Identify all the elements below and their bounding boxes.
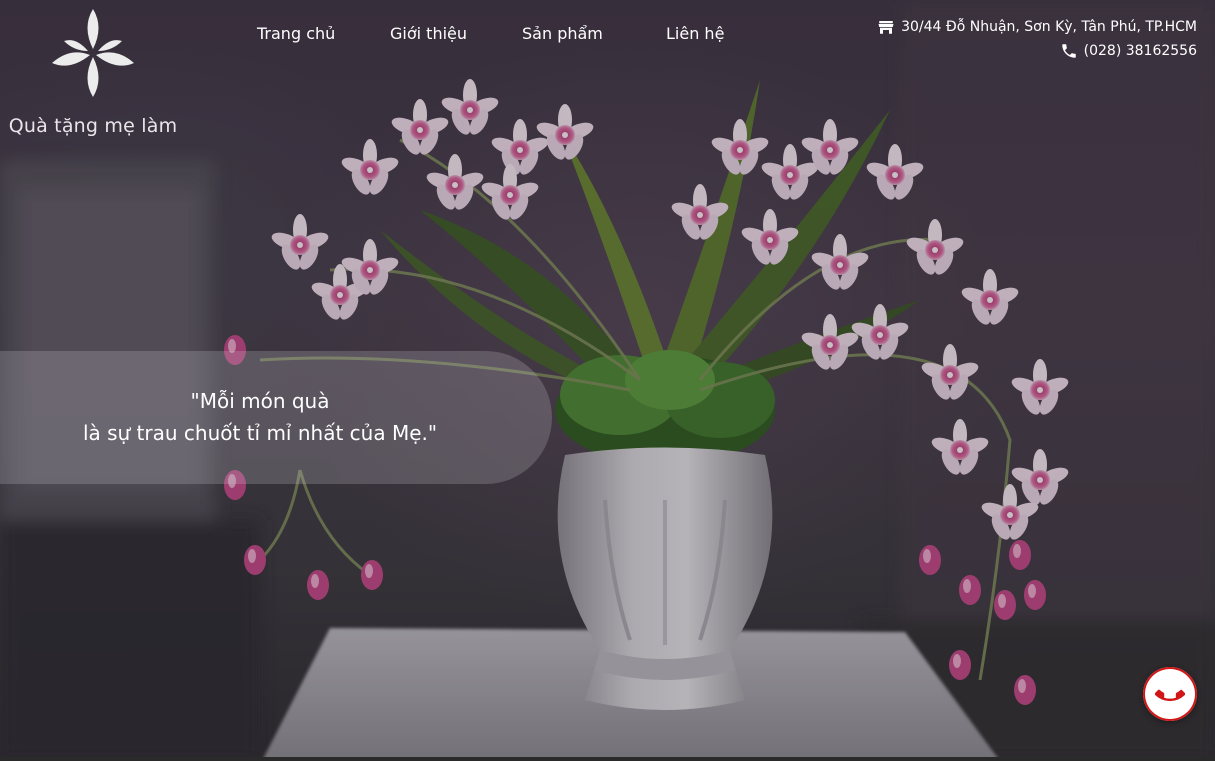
phone-call-icon [1155,689,1185,702]
contact-info: 30/44 Đỗ Nhuận, Sơn Kỳ, Tân Phú, TP.HCM … [877,15,1197,63]
hero-banner: Quà tặng mẹ làm Trang chủ Giới thiệu Sản… [0,0,1215,761]
address-text: 30/44 Đỗ Nhuận, Sơn Kỳ, Tân Phú, TP.HCM [901,19,1197,35]
quote-line-1: "Mỗi món quà [190,389,330,413]
phone-row[interactable]: (028) 38162556 [877,39,1197,63]
four-petal-flower-icon [52,9,134,97]
call-button[interactable] [1143,667,1197,721]
phone-icon [1061,44,1076,58]
brand-name: Quà tặng mẹ làm [8,115,178,137]
nav-item-contact[interactable]: Liên hệ [666,24,724,43]
nav-item-about[interactable]: Giới thiệu [390,24,467,43]
store-icon [878,21,894,34]
quote-line-2: là sự trau chuốt tỉ mỉ nhất của Mẹ." [82,421,438,445]
address-row: 30/44 Đỗ Nhuận, Sơn Kỳ, Tân Phú, TP.HCM [877,15,1197,39]
quote-banner: "Mỗi món quà là sự trau chuốt tỉ mỉ nhất… [0,351,552,484]
logo[interactable]: Quà tặng mẹ làm [8,5,178,140]
nav-item-home[interactable]: Trang chủ [257,24,335,43]
nav-item-products[interactable]: Sản phẩm [522,24,603,43]
bottom-divider [0,757,1215,761]
phone-text[interactable]: (028) 38162556 [1084,43,1197,59]
